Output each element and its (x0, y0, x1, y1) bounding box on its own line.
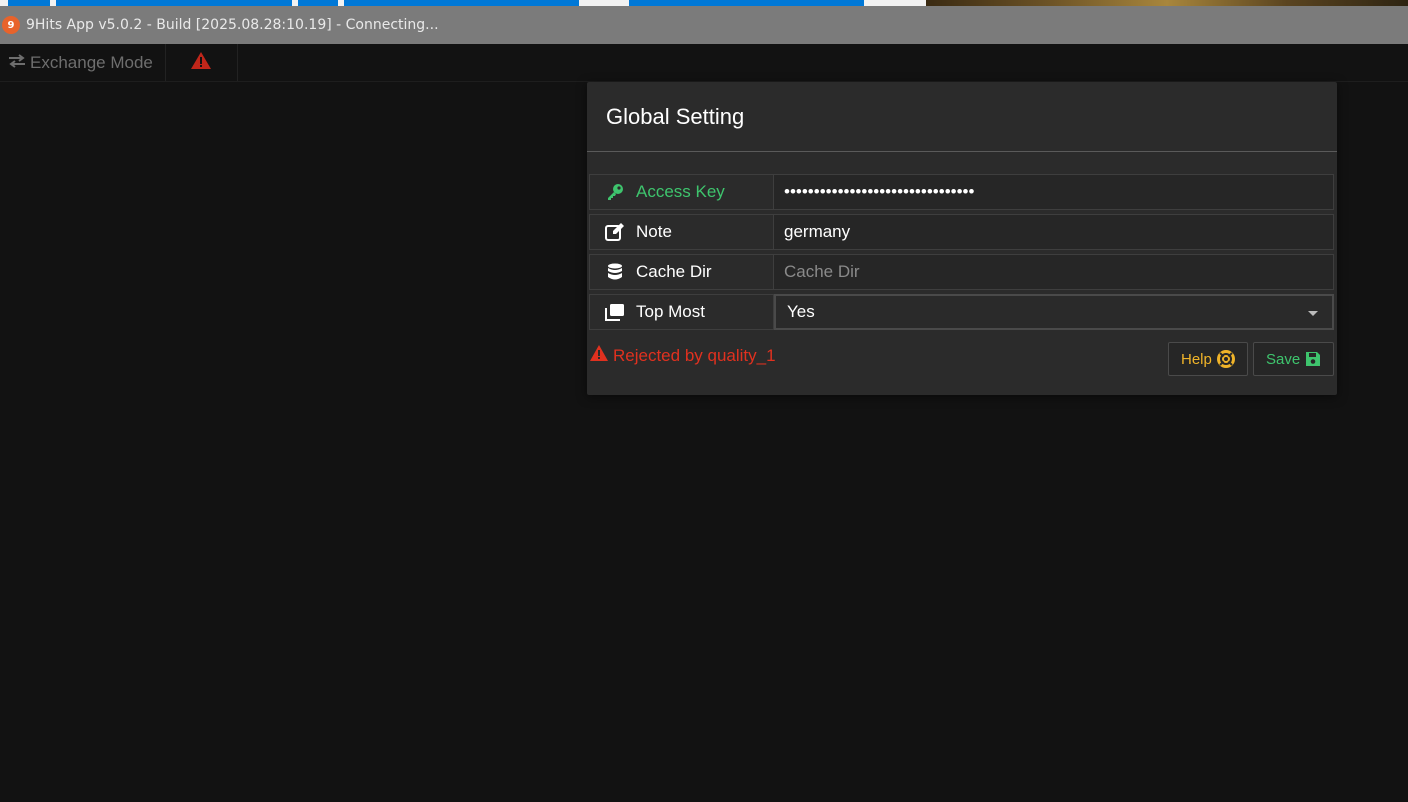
top-most-select[interactable]: Yes (774, 294, 1334, 330)
error-text: Rejected by quality_1 (613, 345, 776, 365)
access-key-label: Access Key (589, 174, 774, 210)
settings-form: Access Key •••••••••••••••••••••••••••••… (589, 174, 1334, 334)
note-row: Note germany (589, 214, 1334, 250)
note-label: Note (589, 214, 774, 250)
top-most-label-text: Top Most (636, 302, 705, 321)
window-restore-icon (604, 303, 626, 321)
top-most-selected-value: Yes (787, 302, 815, 321)
exchange-mode-button[interactable]: Exchange Mode (0, 44, 166, 81)
access-key-row: Access Key •••••••••••••••••••••••••••••… (589, 174, 1334, 210)
access-key-input[interactable]: •••••••••••••••••••••••••••••••• (774, 174, 1334, 210)
cache-dir-label: Cache Dir (589, 254, 774, 290)
exchange-icon (8, 52, 26, 73)
app-logo-icon: 9 (2, 16, 20, 34)
life-ring-icon (1216, 350, 1235, 368)
cache-dir-label-text: Cache Dir (636, 262, 712, 281)
dialog-header: Global Setting (587, 82, 1337, 152)
exchange-mode-label: Exchange Mode (30, 52, 153, 72)
help-button[interactable]: Help (1168, 342, 1248, 376)
window-title: 9Hits App v5.0.2 - Build [2025.08.28:10.… (26, 17, 439, 33)
help-label: Help (1181, 350, 1212, 368)
note-input[interactable]: germany (774, 214, 1334, 250)
access-key-label-text: Access Key (636, 182, 725, 201)
title-bar: 9 9Hits App v5.0.2 - Build [2025.08.28:1… (0, 6, 1408, 44)
global-setting-dialog: Global Setting Access Key ••••••••••••••… (587, 82, 1337, 395)
cache-dir-row: Cache Dir Cache Dir (589, 254, 1334, 290)
warning-button[interactable] (166, 44, 238, 81)
key-icon (604, 183, 626, 201)
top-most-row: Top Most Yes (589, 294, 1334, 330)
dialog-title: Global Setting (606, 103, 745, 129)
toolbar: Exchange Mode (0, 44, 1408, 82)
top-most-label: Top Most (589, 294, 774, 330)
save-button[interactable]: Save (1253, 342, 1334, 376)
error-message: Rejected by quality_1 (589, 344, 776, 367)
cache-dir-input[interactable]: Cache Dir (774, 254, 1334, 290)
edit-icon (604, 223, 626, 241)
warning-icon (589, 344, 609, 367)
dialog-footer: Rejected by quality_1 Help Save (589, 342, 1334, 378)
database-icon (604, 263, 626, 281)
save-icon (1305, 351, 1321, 367)
save-label: Save (1266, 350, 1301, 368)
note-label-text: Note (636, 222, 672, 241)
warning-icon (190, 51, 212, 75)
chevron-down-icon (1308, 311, 1318, 316)
